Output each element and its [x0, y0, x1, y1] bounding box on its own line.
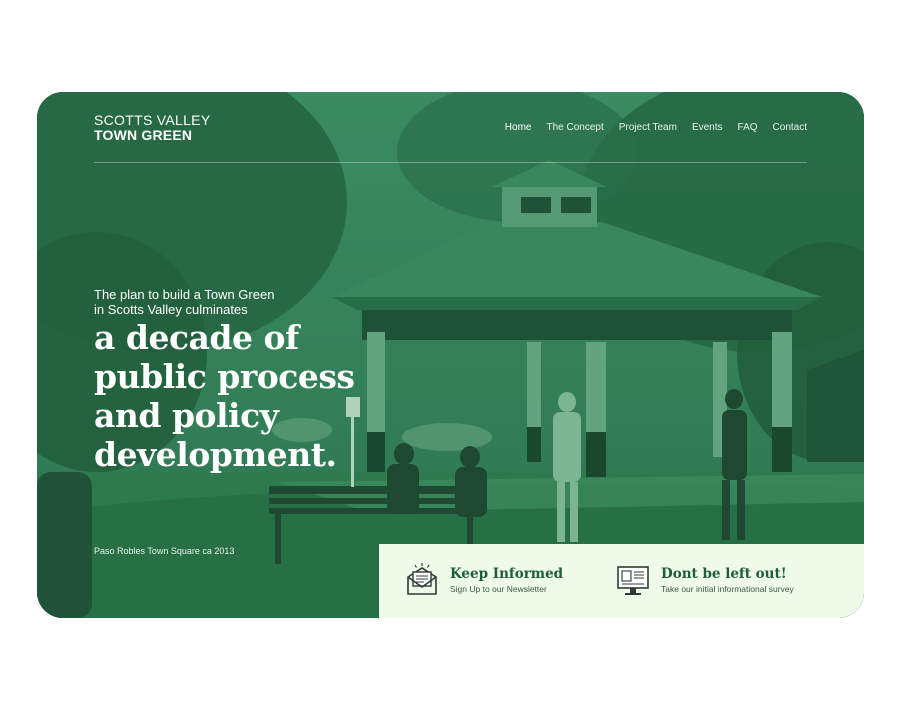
hero-intro: The plan to build a Town Green in Scotts…	[94, 287, 274, 317]
nav-contact[interactable]: Contact	[773, 122, 807, 133]
envelope-newsletter-icon	[407, 563, 437, 595]
hero-headline-line-1: a decade of	[94, 318, 299, 357]
nav-home[interactable]: Home	[505, 122, 532, 133]
nav-project-team[interactable]: Project Team	[619, 122, 677, 133]
nav-the-concept[interactable]: The Concept	[546, 122, 603, 133]
photo-caption: Paso Robles Town Square ca 2013	[94, 546, 235, 556]
survey-cta-subtitle: Take our initial informational survey	[661, 583, 794, 594]
survey-cta-title: Dont be left out!	[661, 565, 787, 582]
logo-line-2: TOWN GREEN	[94, 127, 193, 143]
newsletter-cta-title: Keep Informed	[450, 565, 564, 582]
hero-frame: SCOTTS VALLEY TOWN GREEN Home The Concep…	[37, 92, 864, 618]
computer-survey-icon	[617, 566, 649, 595]
main-nav: Home The Concept Project Team Events FAQ…	[505, 122, 807, 133]
cta-panel: Keep Informed Sign Up to our Newsletter …	[379, 544, 864, 618]
logo-line-1: SCOTTS VALLEY	[94, 112, 211, 128]
hero-headline-line-4: development.	[94, 435, 337, 474]
nav-faq[interactable]: FAQ	[738, 122, 758, 133]
nav-events[interactable]: Events	[692, 122, 723, 133]
hero-headline-line-2: public process	[94, 357, 355, 396]
nav-divider	[94, 162, 807, 163]
newsletter-cta[interactable]: Keep Informed Sign Up to our Newsletter	[404, 562, 563, 598]
site-logo[interactable]: SCOTTS VALLEY TOWN GREEN	[94, 113, 210, 142]
hero-intro-line-1: The plan to build a Town Green	[94, 287, 275, 302]
hero-headline: a decade of public process and policy de…	[94, 318, 355, 474]
hero-intro-line-2: in Scotts Valley culminates	[94, 302, 248, 317]
survey-cta[interactable]: Dont be left out! Take our initial infor…	[615, 562, 794, 598]
hero-headline-line-3: and policy	[94, 396, 279, 435]
newsletter-cta-subtitle: Sign Up to our Newsletter	[450, 583, 547, 594]
